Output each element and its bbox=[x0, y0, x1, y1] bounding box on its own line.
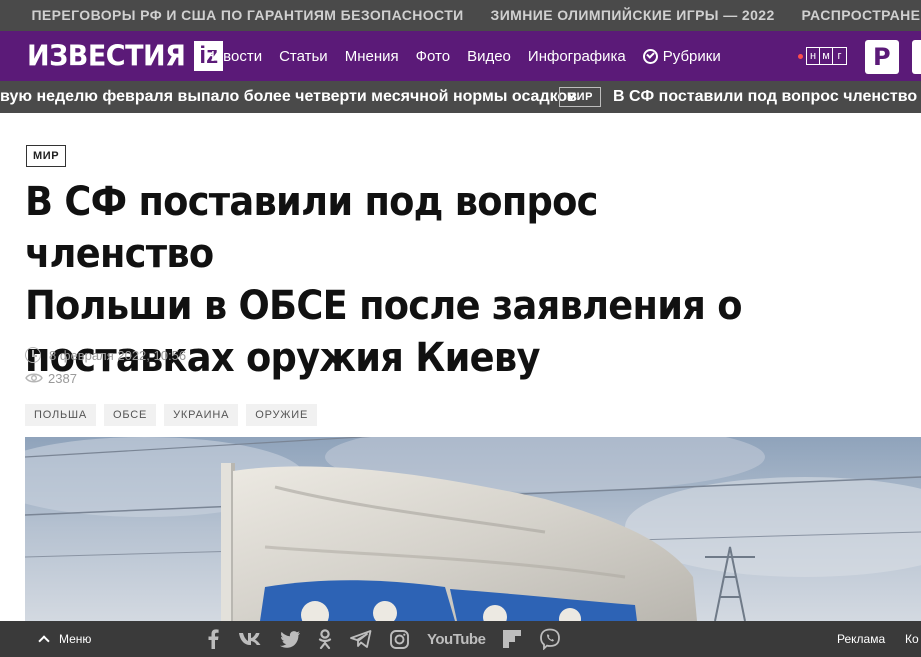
trending-link[interactable]: ПЕРЕГОВОРЫ РФ И США ПО ГАРАНТИЯМ БЕЗОПАС… bbox=[31, 0, 463, 31]
rubrics-label: Рубрики bbox=[662, 47, 721, 65]
flipboard-icon[interactable] bbox=[503, 621, 522, 657]
odnoklassniki-icon[interactable] bbox=[318, 621, 332, 657]
twitter-icon[interactable] bbox=[280, 621, 300, 657]
nmg-box: н м г bbox=[806, 47, 847, 65]
nav-item-rubrics[interactable]: Рубрики bbox=[642, 47, 721, 65]
ticker-headline[interactable]: В СФ поставили под вопрос членство По bbox=[613, 81, 921, 113]
instagram-icon[interactable] bbox=[390, 621, 409, 657]
eye-icon bbox=[25, 373, 43, 383]
nav-item-opinions[interactable]: Мнения bbox=[345, 48, 399, 65]
main-navbar: ИЗВЕСТИЯ iz Новости Статьи Мнения Фото В… bbox=[0, 31, 921, 81]
nmg-partner-logo[interactable]: н м г bbox=[798, 45, 847, 67]
trending-bar: ПЕРЕГОВОРЫ РФ И США ПО ГАРАНТИЯМ БЕЗОПАС… bbox=[0, 0, 921, 31]
tag-link[interactable]: ПОЛЬША bbox=[25, 404, 96, 426]
menu-label: Меню bbox=[59, 632, 92, 646]
vk-icon[interactable] bbox=[238, 621, 262, 657]
youtube-wordmark: YouTube bbox=[427, 630, 486, 648]
rubrics-check-icon bbox=[642, 48, 658, 64]
article-date: 8 февраля 2022, 10:56 bbox=[49, 347, 187, 363]
article-views-row: 2387 bbox=[25, 369, 77, 387]
footer-link[interactable]: Ко bbox=[905, 621, 921, 657]
nmg-letter: г bbox=[837, 50, 842, 62]
partner-logo[interactable] bbox=[912, 40, 921, 74]
viber-icon[interactable] bbox=[539, 621, 561, 657]
nav-item-photo[interactable]: Фото bbox=[416, 48, 450, 65]
nav-item-articles[interactable]: Статьи bbox=[279, 48, 328, 65]
nav-item-news[interactable]: Новости bbox=[204, 48, 262, 65]
nmg-letter: н bbox=[807, 48, 820, 64]
article-title-line: Польши в ОБСЕ после заявления о bbox=[25, 283, 743, 329]
nav-item-infographics[interactable]: Инфографика bbox=[528, 48, 626, 65]
article-tags: ПОЛЬША ОБСЕ УКРАИНА ОРУЖИЕ bbox=[25, 404, 325, 426]
tag-link[interactable]: ОБСЕ bbox=[104, 404, 157, 426]
article-hero-photo bbox=[25, 437, 921, 621]
chevron-up-icon bbox=[38, 635, 50, 647]
tag-link[interactable]: ОРУЖИЕ bbox=[246, 404, 318, 426]
article-views: 2387 bbox=[48, 370, 77, 386]
trending-link[interactable]: ЗИМНИЕ ОЛИМПИЙСКИЕ ИГРЫ — 2022 bbox=[491, 0, 775, 31]
tag-link[interactable]: УКРАИНА bbox=[164, 404, 239, 426]
ren-logo-letter: Р bbox=[873, 43, 891, 71]
bottom-toolbar: Меню YouTube Реклама Ко bbox=[0, 621, 921, 657]
clock-icon bbox=[25, 347, 41, 363]
nmg-dot-icon bbox=[798, 53, 803, 59]
facebook-icon[interactable] bbox=[206, 621, 220, 657]
nmg-letter: м bbox=[820, 48, 833, 64]
advertising-link[interactable]: Реклама bbox=[837, 621, 885, 657]
news-ticker: вую неделю февраля выпало более четверти… bbox=[0, 81, 921, 113]
trending-link[interactable]: РАСПРОСТРАНЕНИЕ КОРОНА bbox=[802, 0, 921, 31]
social-links: YouTube bbox=[206, 621, 579, 657]
primary-nav: Новости Статьи Мнения Фото Видео Инфогра… bbox=[204, 31, 738, 81]
ren-tv-logo[interactable]: Р bbox=[865, 40, 899, 74]
youtube-icon[interactable]: YouTube bbox=[427, 621, 486, 657]
article-title-line: В СФ поставили под вопрос членство bbox=[25, 179, 598, 277]
ticker-rubric-badge[interactable]: МИР bbox=[559, 87, 601, 107]
osce-flag-image bbox=[25, 437, 921, 621]
logo-wordmark: ИЗВЕСТИЯ bbox=[27, 39, 186, 73]
site-logo[interactable]: ИЗВЕСТИЯ iz bbox=[27, 39, 224, 73]
article-rubric-badge[interactable]: МИР bbox=[26, 145, 67, 167]
nav-item-video[interactable]: Видео bbox=[467, 48, 511, 65]
ticker-headline[interactable]: вую неделю февраля выпало более четверти… bbox=[0, 81, 577, 113]
menu-button[interactable]: Меню bbox=[38, 621, 92, 657]
article-date-row: 8 февраля 2022, 10:56 bbox=[25, 346, 186, 364]
telegram-icon[interactable] bbox=[350, 621, 372, 657]
